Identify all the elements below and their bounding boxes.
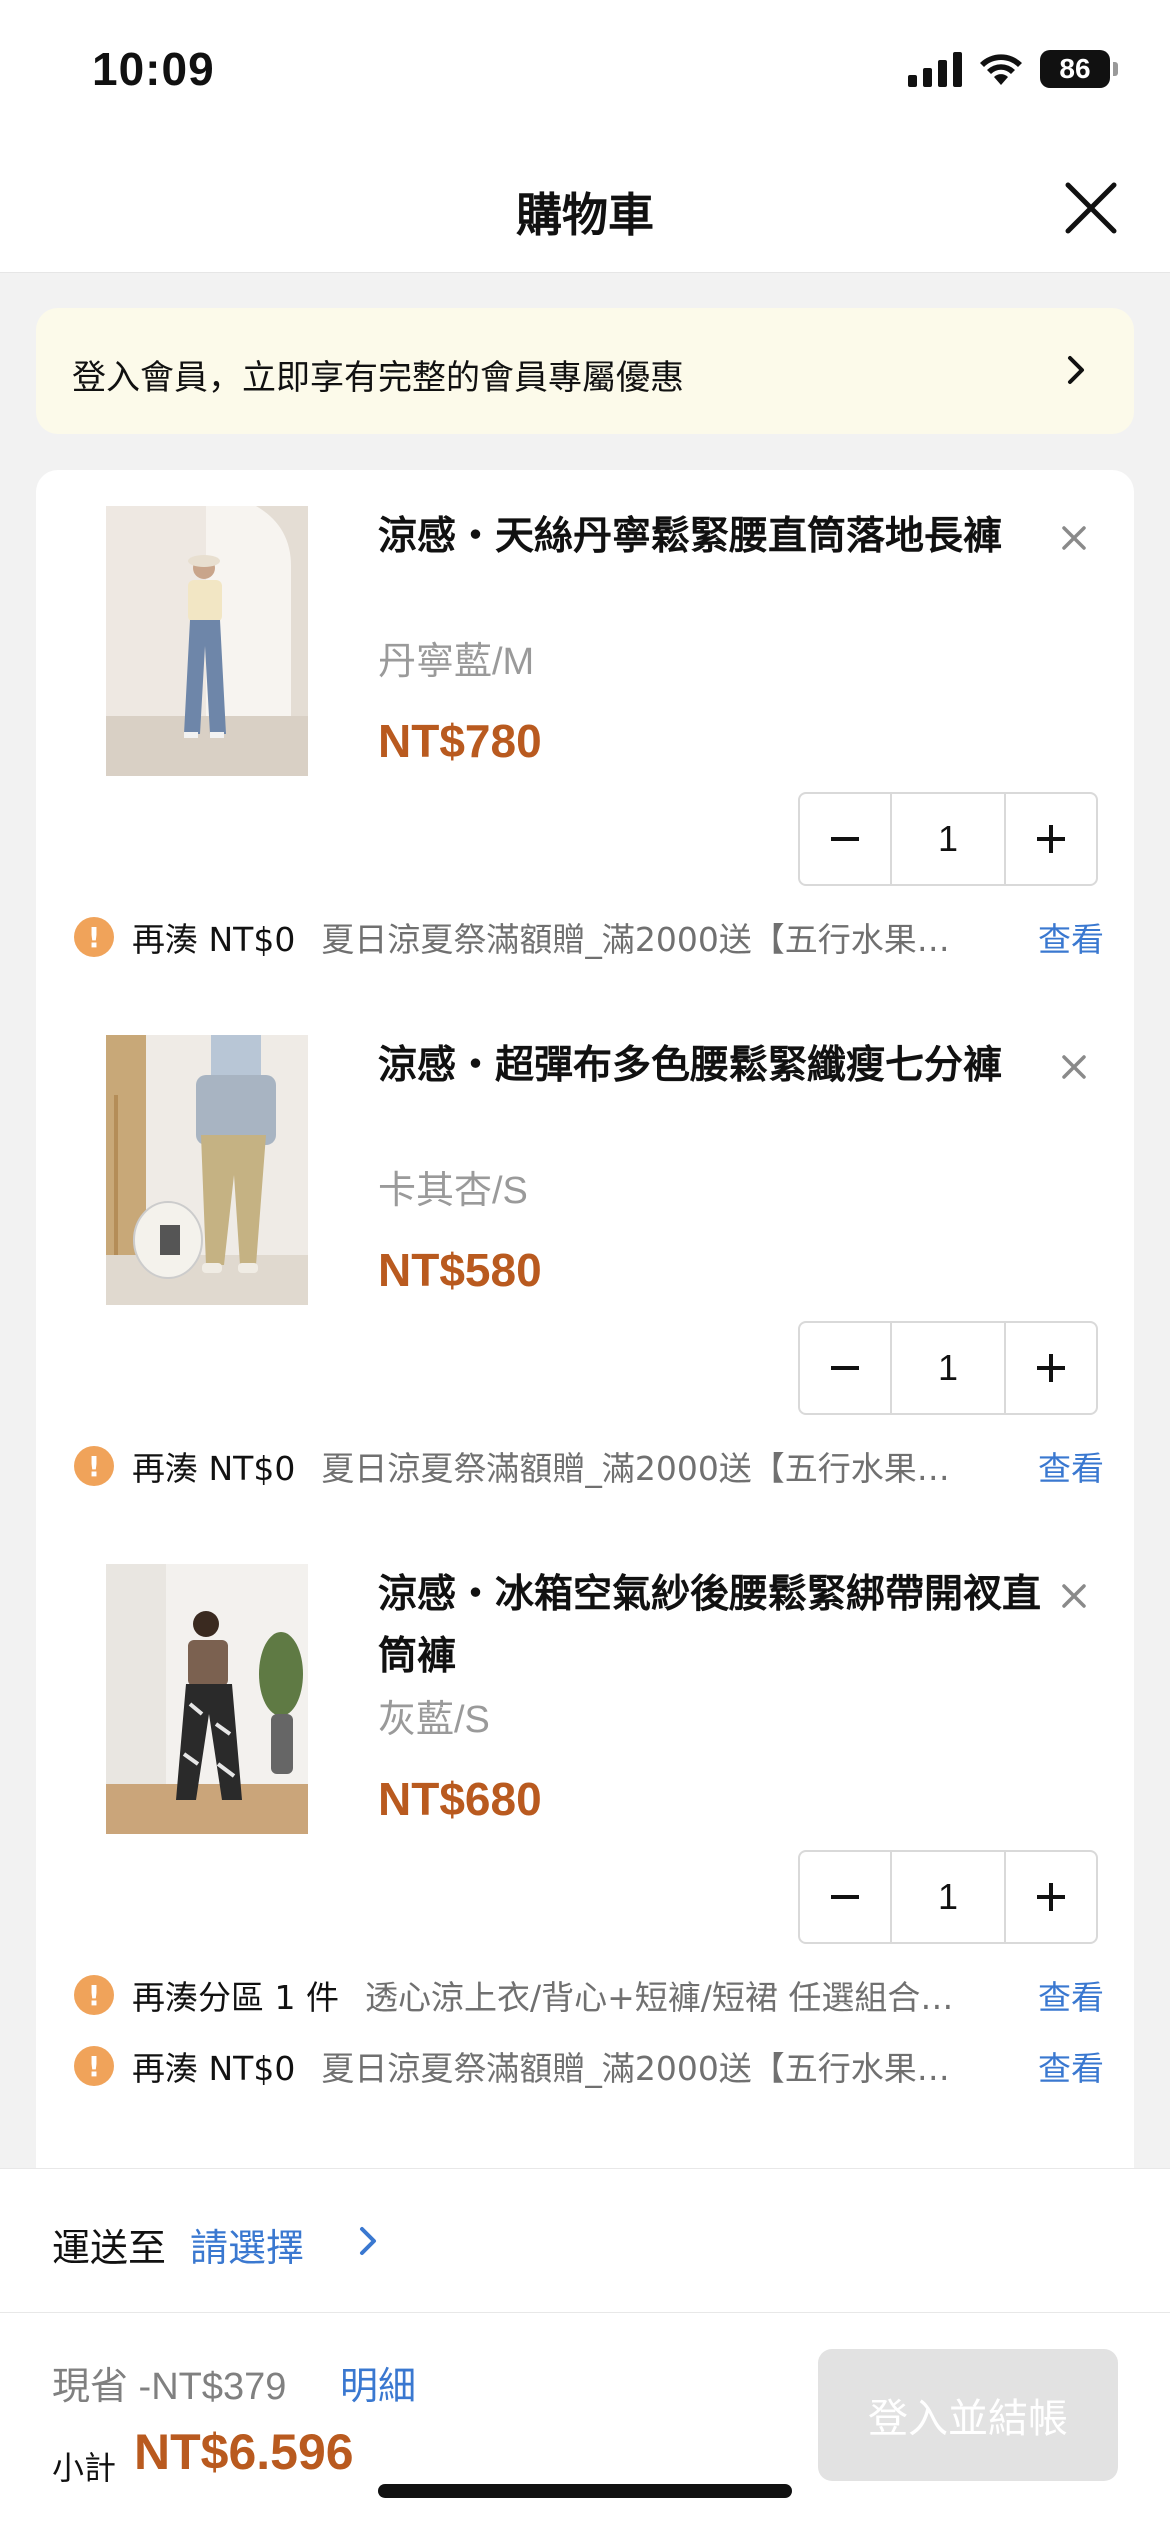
promo-row: ! 再湊分區 1 件 透心涼上衣/背心+短褲/短裙 任選組合… 查看 bbox=[74, 1970, 1104, 2020]
promo-requirement: 再湊 NT$0 bbox=[132, 2049, 296, 2088]
decrease-quantity-button[interactable] bbox=[800, 1852, 890, 1942]
quantity-stepper: 1 bbox=[798, 1850, 1098, 1944]
chevron-right-icon bbox=[360, 2227, 376, 2255]
remove-item-icon[interactable] bbox=[1056, 1049, 1092, 1085]
page-title: 購物車 bbox=[516, 188, 654, 242]
cart-items-card: 涼感・天絲丹寧鬆緊腰直筒落地長褲 丹寧藍/M NT$780 1 ! 再湊 NT$… bbox=[36, 470, 1134, 2170]
promo-requirement: 再湊分區 1 件 bbox=[132, 1978, 339, 2017]
cart-header: 購物車 bbox=[0, 145, 1170, 273]
cart-item: 涼感・天絲丹寧鬆緊腰直筒落地長褲 丹寧藍/M NT$780 1 ! 再湊 NT$… bbox=[36, 470, 1134, 990]
decrease-quantity-button[interactable] bbox=[800, 794, 890, 884]
member-banner-text: 登入會員，立即享有完整的會員專屬優惠 bbox=[72, 358, 684, 398]
shipping-select-link[interactable]: 請選擇 bbox=[190, 2217, 304, 2272]
alert-icon: ! bbox=[74, 917, 114, 957]
promo-requirement: 再湊 NT$0 bbox=[132, 920, 296, 959]
promo-row: ! 再湊 NT$0 夏日涼夏祭滿額贈_滿2000送【五行水果… 查看 bbox=[74, 1441, 1104, 1491]
minus-icon bbox=[831, 1366, 859, 1370]
promo-description: 夏日涼夏祭滿額贈_滿2000送【五行水果… bbox=[321, 2049, 950, 2088]
promo-row: ! 再湊 NT$0 夏日涼夏祭滿額贈_滿2000送【五行水果… 查看 bbox=[74, 2041, 1104, 2091]
product-variant: 丹寧藍/M bbox=[378, 641, 535, 683]
plus-icon bbox=[1037, 1354, 1065, 1382]
cart-item: 涼感・冰箱空氣紗後腰鬆緊綁帶開衩直筒褲 灰藍/S NT$680 1 ! 再湊分區… bbox=[36, 1528, 1134, 2128]
wifi-icon bbox=[980, 54, 1022, 85]
product-image[interactable] bbox=[106, 1564, 308, 1834]
remove-item-icon[interactable] bbox=[1056, 520, 1092, 556]
member-login-banner[interactable]: 登入會員，立即享有完整的會員專屬優惠 bbox=[36, 308, 1134, 434]
checkout-footer: 現省 -NT$379 明細 小計 NT$6.596 登入並結帳 bbox=[0, 2313, 1170, 2532]
shipping-label: 運送至 bbox=[52, 2226, 167, 2270]
minus-icon bbox=[831, 1895, 859, 1899]
close-icon[interactable] bbox=[1056, 173, 1126, 243]
home-indicator bbox=[378, 2484, 792, 2498]
promo-description: 透心涼上衣/背心+短褲/短裙 任選組合… bbox=[364, 1978, 954, 2017]
quantity-value[interactable]: 1 bbox=[890, 794, 1006, 884]
plus-icon bbox=[1037, 825, 1065, 853]
promo-view-link[interactable]: 查看 bbox=[1038, 913, 1104, 961]
quantity-value[interactable]: 1 bbox=[890, 1323, 1006, 1413]
minus-icon bbox=[831, 837, 859, 841]
promo-row: ! 再湊 NT$0 夏日涼夏祭滿額贈_滿2000送【五行水果… 查看 bbox=[74, 912, 1104, 962]
cellular-signal-icon bbox=[908, 51, 962, 87]
alert-icon: ! bbox=[74, 2046, 114, 2086]
promo-description: 夏日涼夏祭滿額贈_滿2000送【五行水果… bbox=[321, 920, 950, 959]
savings-text: 現省 -NT$379 bbox=[52, 2366, 287, 2408]
status-bar: 10:09 86 bbox=[0, 0, 1170, 145]
subtotal-value: NT$6.596 bbox=[134, 2424, 354, 2480]
status-icons: 86 bbox=[908, 50, 1118, 88]
promo-description: 夏日涼夏祭滿額贈_滿2000送【五行水果… bbox=[321, 1449, 950, 1488]
status-time: 10:09 bbox=[92, 43, 215, 95]
promo-view-link[interactable]: 查看 bbox=[1038, 2042, 1104, 2090]
login-checkout-button[interactable]: 登入並結帳 bbox=[818, 2349, 1118, 2481]
quantity-stepper: 1 bbox=[798, 792, 1098, 886]
product-image[interactable] bbox=[106, 1035, 308, 1305]
product-price: NT$780 bbox=[378, 715, 542, 767]
alert-icon: ! bbox=[74, 1975, 114, 2015]
product-variant: 灰藍/S bbox=[378, 1699, 490, 1741]
product-name[interactable]: 涼感・超彈布多色腰鬆緊纖瘦七分褲 bbox=[378, 1035, 1058, 1097]
increase-quantity-button[interactable] bbox=[1006, 1852, 1096, 1942]
promo-view-link[interactable]: 查看 bbox=[1038, 1971, 1104, 2019]
promo-requirement: 再湊 NT$0 bbox=[132, 1449, 296, 1488]
remove-item-icon[interactable] bbox=[1056, 1578, 1092, 1614]
increase-quantity-button[interactable] bbox=[1006, 1323, 1096, 1413]
product-image[interactable] bbox=[106, 506, 308, 776]
cart-item: 涼感・超彈布多色腰鬆緊纖瘦七分褲 卡其杏/S NT$580 1 ! 再湊 NT$… bbox=[36, 999, 1134, 1519]
shipping-destination-row[interactable]: 運送至 請選擇 bbox=[0, 2168, 1170, 2313]
quantity-stepper: 1 bbox=[798, 1321, 1098, 1415]
price-detail-link[interactable]: 明細 bbox=[340, 2355, 416, 2410]
product-price: NT$680 bbox=[378, 1773, 542, 1825]
product-price: NT$580 bbox=[378, 1244, 542, 1296]
alert-icon: ! bbox=[74, 1446, 114, 1486]
battery-icon: 86 bbox=[1040, 50, 1118, 88]
product-name[interactable]: 涼感・天絲丹寧鬆緊腰直筒落地長褲 bbox=[378, 506, 1058, 568]
product-name[interactable]: 涼感・冰箱空氣紗後腰鬆緊綁帶開衩直筒褲 bbox=[378, 1564, 1058, 1688]
quantity-value[interactable]: 1 bbox=[890, 1852, 1006, 1942]
increase-quantity-button[interactable] bbox=[1006, 794, 1096, 884]
product-variant: 卡其杏/S bbox=[378, 1170, 528, 1212]
subtotal-label: 小計 bbox=[52, 2449, 117, 2487]
promo-view-link[interactable]: 查看 bbox=[1038, 1442, 1104, 1490]
decrease-quantity-button[interactable] bbox=[800, 1323, 890, 1413]
chevron-right-icon bbox=[1068, 356, 1084, 384]
plus-icon bbox=[1037, 1883, 1065, 1911]
